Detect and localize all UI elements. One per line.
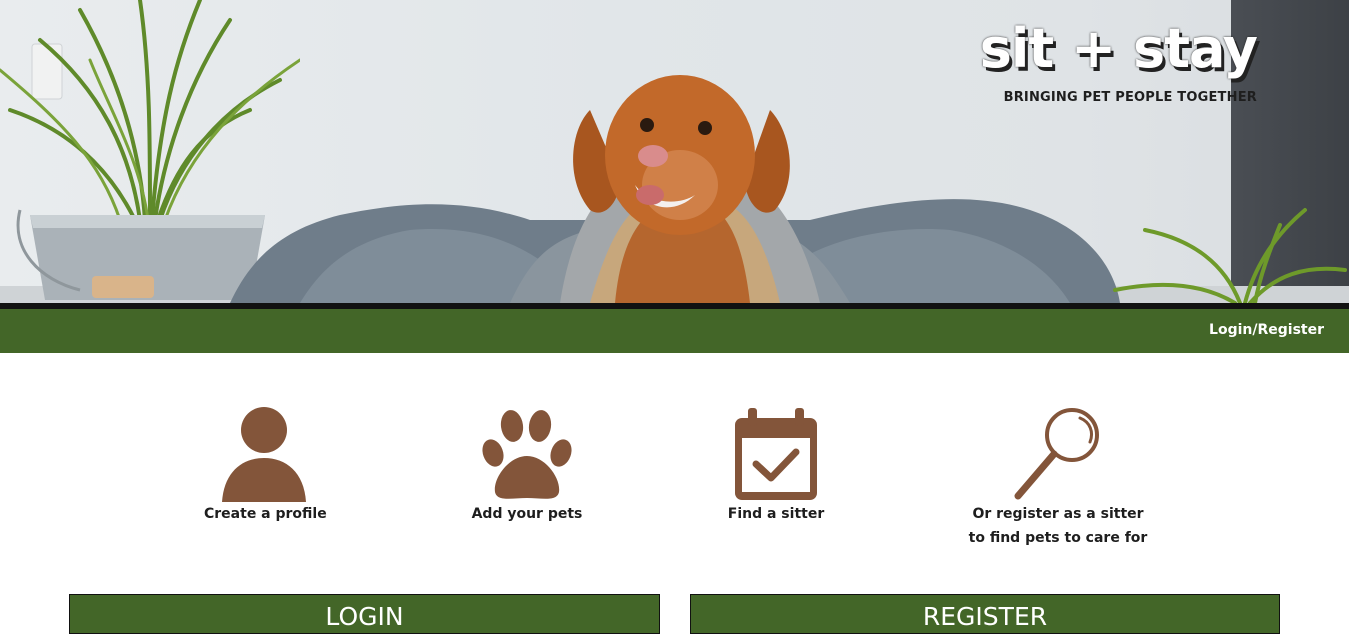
person-icon	[222, 407, 306, 502]
step-label: Create a profile	[204, 506, 327, 522]
dog-image	[560, 75, 820, 303]
register-panel: REGISTER	[690, 594, 1280, 634]
site-logo[interactable]: sit + stay	[980, 18, 1258, 80]
hero-banner: sit + stay BRINGING PET PEOPLE TOGETHER	[0, 0, 1349, 303]
login-panel: LOGIN	[69, 594, 660, 634]
paw-icon	[482, 410, 572, 499]
login-register-link[interactable]: Login/Register	[1209, 322, 1324, 338]
register-panel-title: REGISTER	[922, 602, 1048, 631]
top-navbar: Login/Register	[0, 309, 1349, 353]
step-find-sitter: Find a sitter	[716, 406, 836, 526]
step-label-line2: to find pets to care for	[968, 530, 1148, 546]
step-create-profile: Create a profile	[204, 406, 327, 526]
brand: sit + stay BRINGING PET PEOPLE TOGETHER	[980, 18, 1258, 106]
small-plant-image	[1113, 208, 1347, 303]
step-add-pets: Add your pets	[467, 406, 587, 526]
step-label: Find a sitter	[727, 506, 825, 522]
site-tagline: BRINGING PET PEOPLE TOGETHER	[1003, 90, 1257, 105]
step-label: Add your pets	[471, 506, 583, 522]
login-panel-title: LOGIN	[325, 602, 404, 631]
step-register-sitter: Or register as a sitter to find pets to …	[958, 406, 1158, 550]
calendar-check-icon	[735, 408, 817, 500]
step-label-line1: Or register as a sitter	[972, 506, 1144, 522]
magnifier-icon	[1014, 408, 1099, 500]
